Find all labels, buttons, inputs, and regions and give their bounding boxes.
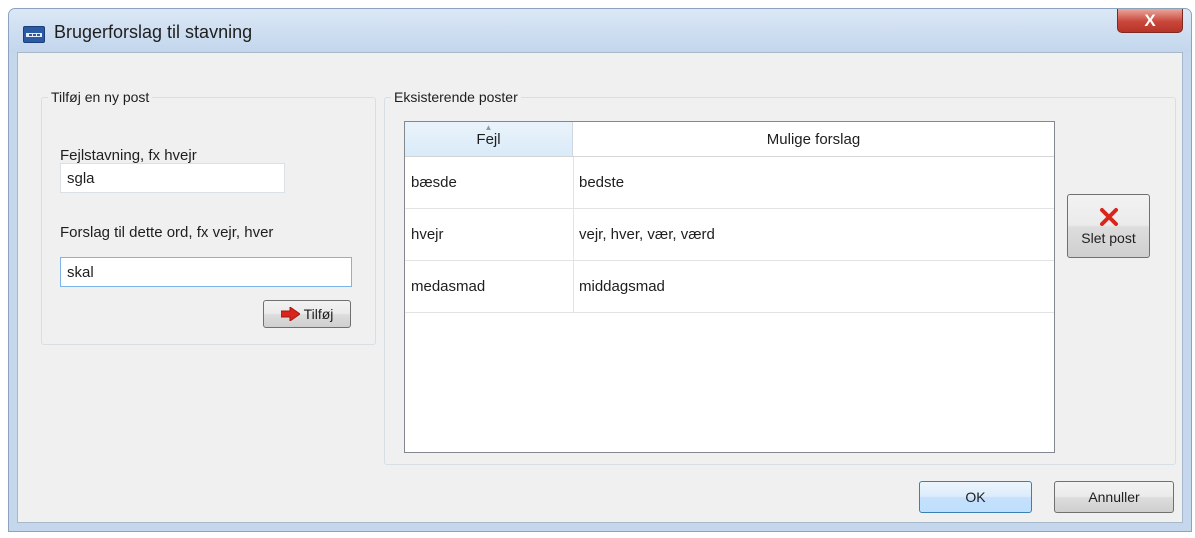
add-button[interactable]: Tilføj [263,300,351,328]
app-icon [23,26,45,43]
column-header-error[interactable]: ▲ Fejl [405,122,573,156]
table-header: ▲ Fejl Mulige forslag [405,122,1054,157]
table-row[interactable]: bæsde bedste [405,157,1054,209]
column-header-suggestions-label: Mulige forslag [766,130,861,148]
cell-suggestions: middagsmad [579,278,665,295]
red-x-icon [1099,207,1119,227]
red-arrow-right-icon [280,306,301,322]
close-button[interactable]: X [1117,9,1183,33]
cell-error: hvejr [411,226,444,243]
delete-entry-button-label: Slet post [1081,229,1136,246]
entries-table[interactable]: ▲ Fejl Mulige forslag bæsde bedste hvejr… [404,121,1055,453]
suggestion-label: Forslag til dette ord, fx vejr, hver [60,224,274,241]
table-row[interactable]: medasmad middagsmad [405,261,1054,313]
table-row[interactable]: hvejr vejr, hver, vær, værd [405,209,1054,261]
cancel-button[interactable]: Annuller [1054,481,1174,513]
cell-error: bæsde [411,174,457,191]
column-header-suggestions[interactable]: Mulige forslag [573,122,1054,156]
ok-button[interactable]: OK [919,481,1032,513]
column-header-error-label: Fejl [476,130,501,148]
title-bar[interactable]: Brugerforslag til stavning X [9,9,1191,52]
dialog-body: Tilføj en ny post Fejlstavning, fx hvejr… [17,52,1183,523]
suggestion-input[interactable] [60,257,352,287]
add-entry-legend: Tilføj en ny post [51,89,150,105]
window-title: Brugerforslag til stavning [54,22,253,42]
existing-entries-legend: Eksisterende poster [394,89,518,105]
misspelling-input[interactable] [60,163,285,193]
sort-ascending-icon: ▲ [484,123,493,132]
column-divider [573,157,574,313]
dialog-window: Brugerforslag til stavning X Tilføj en n… [8,8,1192,532]
cell-suggestions: vejr, hver, vær, værd [579,226,715,243]
misspelling-label: Fejlstavning, fx hvejr [60,147,197,164]
add-button-label: Tilføj [303,306,334,322]
delete-entry-button[interactable]: Slet post [1067,194,1150,258]
cell-suggestions: bedste [579,174,625,191]
cell-error: medasmad [411,278,486,295]
